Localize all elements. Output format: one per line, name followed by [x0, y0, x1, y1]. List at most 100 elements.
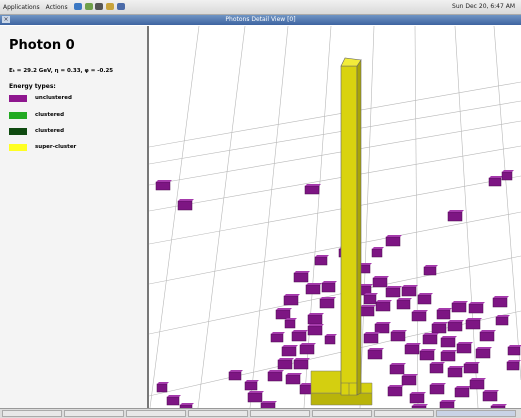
- unclustered-tower[interactable]: [244, 381, 258, 391]
- unclustered-tower[interactable]: [469, 379, 485, 390]
- terminal-icon[interactable]: [95, 3, 104, 10]
- unclustered-tower[interactable]: [281, 346, 297, 357]
- unclustered-tower[interactable]: [396, 299, 411, 310]
- taskbar-item[interactable]: [2, 410, 62, 417]
- editor-icon[interactable]: [106, 3, 115, 10]
- super-cluster-tower[interactable]: [310, 57, 373, 406]
- unclustered-tower[interactable]: [314, 256, 328, 266]
- unclustered-tower[interactable]: [429, 384, 445, 395]
- unclustered-tower[interactable]: [228, 371, 242, 381]
- unclustered-tower[interactable]: [267, 371, 283, 382]
- unclustered-tower[interactable]: [293, 359, 309, 370]
- clock[interactable]: Sun Dec 20, 6:47 AM: [452, 3, 515, 10]
- unclustered-tower[interactable]: [166, 396, 180, 406]
- tower-top: [286, 373, 302, 375]
- taskbar-item[interactable]: [374, 410, 434, 417]
- unclustered-tower[interactable]: [411, 311, 427, 322]
- unclustered-tower[interactable]: [155, 181, 171, 191]
- tower-top: [502, 170, 514, 172]
- unclustered-tower[interactable]: [156, 383, 168, 393]
- unclustered-tower[interactable]: [275, 309, 291, 320]
- unclustered-tower[interactable]: [305, 284, 321, 295]
- unclustered-tower[interactable]: [492, 297, 508, 308]
- unclustered-tower[interactable]: [447, 321, 463, 332]
- mail-icon[interactable]: [84, 3, 93, 10]
- taskbar-item[interactable]: [312, 410, 372, 417]
- unclustered-tower[interactable]: [299, 344, 315, 355]
- unclustered-tower[interactable]: [419, 350, 435, 361]
- unclustered-tower[interactable]: [447, 211, 463, 222]
- unclustered-tower[interactable]: [307, 325, 323, 336]
- unclustered-tower[interactable]: [417, 294, 432, 305]
- tower-top: [405, 343, 421, 345]
- unclustered-tower[interactable]: [363, 333, 379, 344]
- unclustered-tower[interactable]: [431, 323, 447, 334]
- unclustered-tower[interactable]: [495, 316, 509, 326]
- unclustered-tower[interactable]: [456, 343, 472, 354]
- unclustered-tower[interactable]: [389, 364, 405, 375]
- unclustered-tower[interactable]: [451, 302, 467, 313]
- unclustered-tower[interactable]: [277, 359, 293, 370]
- browser-icon[interactable]: [73, 3, 82, 10]
- unclustered-tower[interactable]: [363, 294, 377, 305]
- unclustered-tower[interactable]: [454, 387, 470, 398]
- unclustered-tower[interactable]: [324, 335, 336, 345]
- unclustered-tower[interactable]: [283, 295, 299, 306]
- unclustered-tower[interactable]: [482, 391, 498, 402]
- unclustered-tower[interactable]: [270, 333, 284, 343]
- unclustered-tower[interactable]: [429, 363, 444, 374]
- unclustered-tower[interactable]: [463, 363, 479, 374]
- applications-menu[interactable]: Applications: [3, 4, 40, 11]
- legend-swatch: [9, 94, 27, 102]
- unclustered-tower[interactable]: [440, 351, 456, 362]
- unclustered-tower[interactable]: [321, 282, 336, 293]
- unclustered-tower[interactable]: [319, 298, 335, 309]
- unclustered-tower[interactable]: [436, 309, 451, 320]
- unclustered-tower[interactable]: [401, 286, 417, 297]
- unclustered-tower[interactable]: [375, 301, 391, 312]
- calorimeter-scene[interactable]: [149, 26, 521, 408]
- unclustered-tower[interactable]: [475, 348, 491, 359]
- unclustered-tower[interactable]: [293, 272, 309, 283]
- unclustered-tower[interactable]: [284, 319, 296, 329]
- unclustered-tower[interactable]: [367, 349, 383, 360]
- unclustered-tower[interactable]: [390, 331, 406, 342]
- taskbar-item[interactable]: [188, 410, 248, 417]
- unclustered-tower[interactable]: [468, 303, 484, 314]
- unclustered-tower[interactable]: [374, 323, 390, 334]
- unclustered-tower[interactable]: [422, 334, 438, 345]
- unclustered-tower[interactable]: [304, 185, 320, 195]
- taskbar-item[interactable]: [126, 410, 186, 417]
- unclustered-tower[interactable]: [371, 248, 383, 258]
- actions-menu[interactable]: Actions: [46, 4, 68, 11]
- unclustered-tower[interactable]: [409, 393, 425, 404]
- 3d-detector-view[interactable]: [149, 26, 521, 408]
- unclustered-tower[interactable]: [479, 331, 495, 342]
- unclustered-tower[interactable]: [506, 361, 520, 371]
- unclustered-tower[interactable]: [372, 277, 388, 288]
- unclustered-tower[interactable]: [440, 337, 456, 348]
- unclustered-tower[interactable]: [177, 200, 193, 211]
- unclustered-tower[interactable]: [423, 266, 437, 276]
- taskbar-item-active[interactable]: [436, 410, 516, 417]
- unclustered-tower[interactable]: [447, 367, 463, 378]
- close-icon[interactable]: ×: [2, 16, 10, 23]
- taskbar-item[interactable]: [250, 410, 310, 417]
- unclustered-tower[interactable]: [401, 375, 417, 386]
- taskbar-item[interactable]: [64, 410, 124, 417]
- unclustered-tower[interactable]: [404, 344, 420, 355]
- unclustered-tower[interactable]: [285, 374, 301, 385]
- file-manager-icon[interactable]: [117, 3, 126, 10]
- unclustered-tower[interactable]: [465, 319, 481, 330]
- unclustered-tower[interactable]: [359, 306, 375, 317]
- unclustered-tower[interactable]: [507, 346, 521, 356]
- unclustered-tower[interactable]: [488, 177, 502, 187]
- unclustered-tower[interactable]: [385, 287, 401, 298]
- unclustered-tower[interactable]: [291, 331, 307, 342]
- unclustered-tower[interactable]: [501, 171, 513, 181]
- unclustered-tower[interactable]: [307, 314, 323, 325]
- window-titlebar[interactable]: × Photons Detail View [0]: [0, 15, 521, 25]
- unclustered-tower[interactable]: [387, 386, 403, 397]
- unclustered-tower[interactable]: [385, 236, 401, 247]
- unclustered-tower[interactable]: [247, 392, 263, 403]
